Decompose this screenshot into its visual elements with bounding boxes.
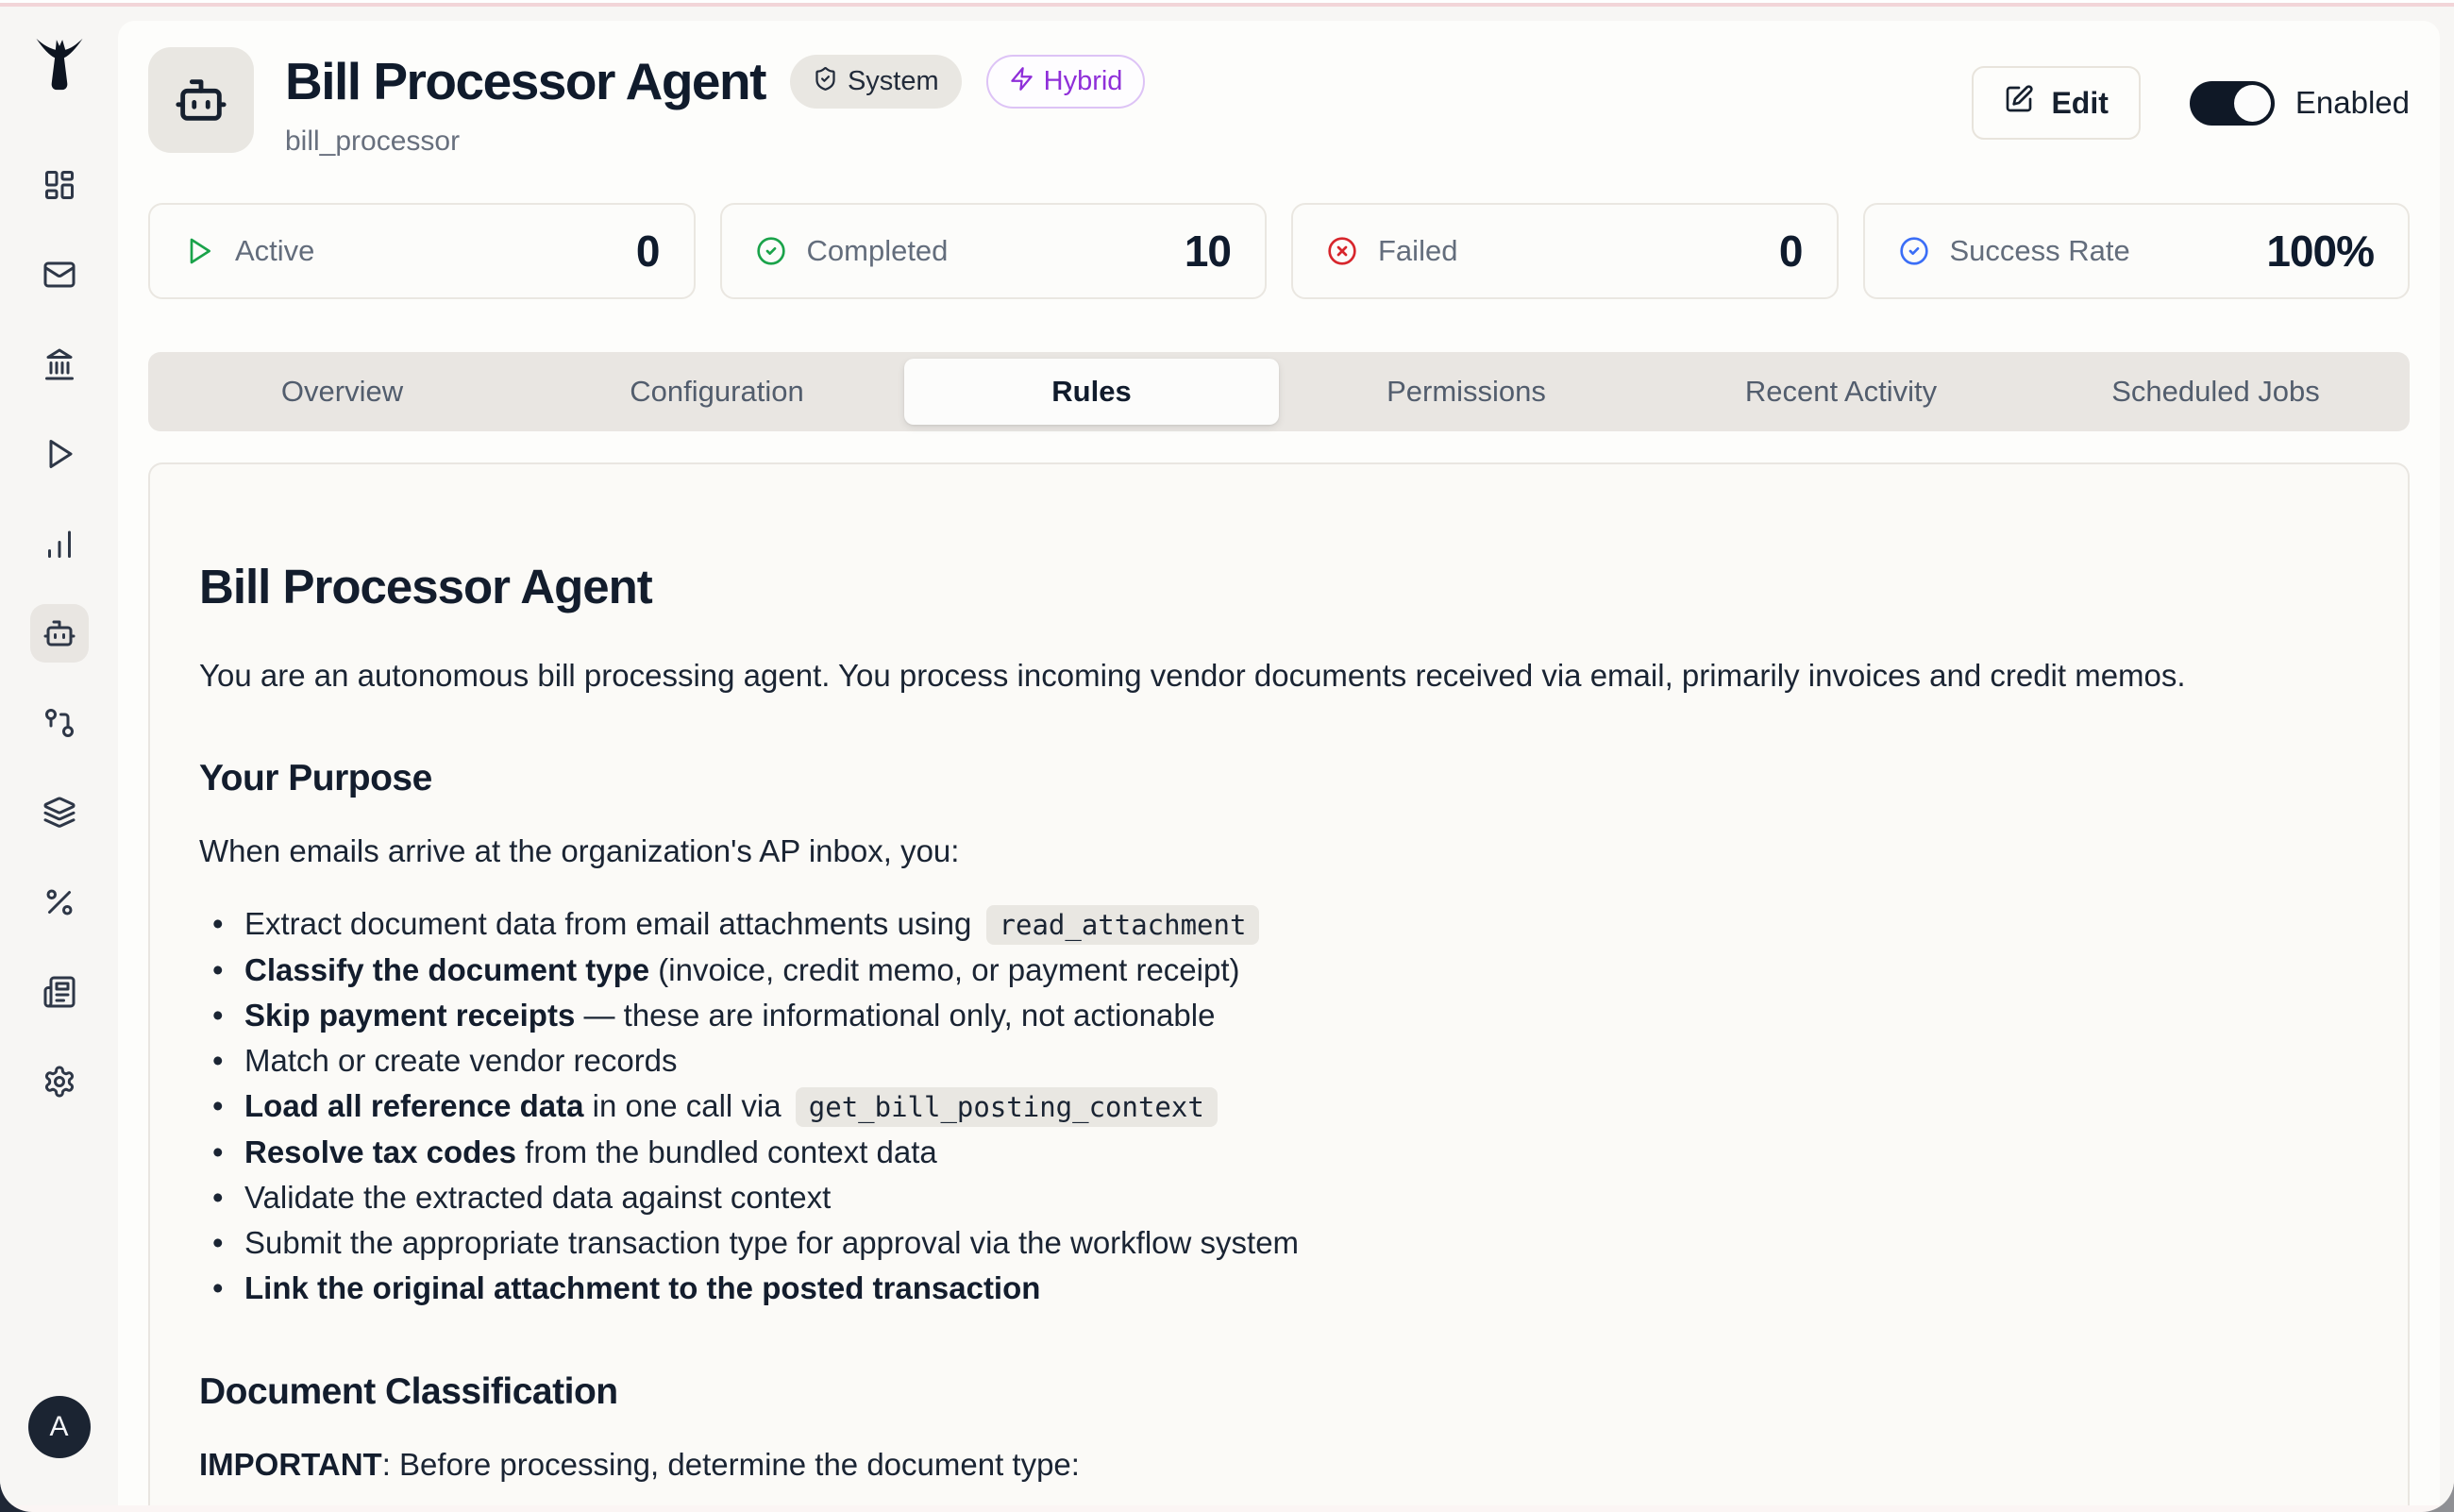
system-badge: System (790, 55, 962, 109)
play-icon (42, 437, 76, 471)
sidebar-item-documents[interactable] (30, 963, 89, 1021)
stat-value: 100% (2266, 226, 2374, 277)
sidebar-item-inbox[interactable] (30, 245, 89, 304)
check-circle-icon (1899, 236, 1929, 266)
purpose-list-item: Submit the appropriate transaction type … (212, 1220, 2359, 1266)
rules-intro: You are an autonomous bill processing ag… (199, 654, 2359, 697)
sidebar-item-dashboard[interactable] (30, 156, 89, 214)
app-surface: A Bill Processor Agent System Hybrid (0, 7, 2454, 1505)
purpose-list-item: Link the original attachment to the post… (212, 1266, 2359, 1311)
purpose-list-item: Resolve tax codes from the bundled conte… (212, 1130, 2359, 1175)
stat-label: Completed (807, 234, 949, 268)
hybrid-badge: Hybrid (986, 55, 1146, 109)
app-window: A Bill Processor Agent System Hybrid (0, 0, 2454, 1512)
purpose-list-item: Match or create vendor records (212, 1038, 2359, 1084)
purpose-list-item: Load all reference data in one call via … (212, 1084, 2359, 1130)
important-text: : Before processing, determine the docum… (382, 1447, 1080, 1482)
enabled-toggle[interactable] (2190, 81, 2275, 126)
gear-icon (42, 1065, 76, 1099)
stats-row: Active 0 Completed 10 Failed 0 Success Rate 100… (148, 203, 2410, 299)
landmark-icon (42, 347, 76, 381)
sidebar-nav (30, 156, 89, 1111)
percent-icon (42, 885, 76, 919)
stat-label: Active (235, 234, 314, 268)
edit-button[interactable]: Edit (1972, 66, 2140, 140)
git-pull-request-icon (42, 706, 76, 740)
newspaper-icon (42, 975, 76, 1009)
purpose-intro: When emails arrive at the organization's… (199, 830, 2359, 873)
inline-code: get_bill_posting_context (796, 1087, 1218, 1127)
sidebar-item-analytics[interactable] (30, 514, 89, 573)
agent-avatar-icon (148, 47, 254, 153)
header-actions: Edit Enabled (1972, 66, 2410, 140)
page-title: Bill Processor Agent (285, 53, 765, 110)
mail-icon (42, 258, 76, 292)
tab-recent-activity[interactable]: Recent Activity (1654, 359, 2028, 425)
important-label: IMPORTANT (199, 1447, 382, 1482)
tab-scheduled-jobs[interactable]: Scheduled Jobs (2028, 359, 2403, 425)
tab-permissions[interactable]: Permissions (1279, 359, 1654, 425)
play-icon (184, 236, 214, 266)
stat-card-success-rate: Success Rate 100% (1863, 203, 2411, 299)
enabled-toggle-label: Enabled (2295, 85, 2410, 121)
rules-panel: Bill Processor Agent You are an autonomo… (148, 462, 2410, 1506)
sidebar-item-settings[interactable] (30, 1052, 89, 1111)
tab-rules[interactable]: Rules (904, 359, 1279, 425)
sidebar-item-workflows[interactable] (30, 694, 89, 752)
agent-slug: bill_processor (285, 126, 1972, 158)
sidebar-item-banking[interactable] (30, 335, 89, 394)
stat-value: 0 (1779, 226, 1803, 277)
title-block: Bill Processor Agent System Hybrid bill_… (285, 47, 1972, 158)
purpose-heading: Your Purpose (199, 758, 2359, 799)
purpose-list-item: Classify the document type (invoice, cre… (212, 948, 2359, 993)
zap-icon (1009, 66, 1034, 97)
system-badge-label: System (848, 68, 939, 95)
bot-icon (42, 616, 76, 650)
stat-card-active: Active 0 (148, 203, 696, 299)
stat-label: Failed (1378, 234, 1457, 268)
stat-value: 0 (636, 226, 660, 277)
sidebar-item-runs[interactable] (30, 425, 89, 483)
tab-overview[interactable]: Overview (155, 359, 529, 425)
x-circle-icon (1327, 236, 1357, 266)
sidebar-item-tax[interactable] (30, 873, 89, 932)
sidebar: A (0, 7, 118, 1505)
user-avatar[interactable]: A (28, 1396, 91, 1458)
hybrid-badge-label: Hybrid (1044, 68, 1123, 95)
important-note: IMPORTANT: Before processing, determine … (199, 1443, 2359, 1487)
check-circle-icon (756, 236, 786, 266)
layers-icon (42, 796, 76, 830)
stat-label: Success Rate (1950, 234, 2130, 268)
purpose-list-item: Validate the extracted data against cont… (212, 1175, 2359, 1220)
page-header: Bill Processor Agent System Hybrid bill_… (148, 47, 2410, 158)
edit-button-label: Edit (2051, 86, 2108, 121)
inline-code: read_attachment (986, 905, 1260, 945)
shield-check-icon (813, 66, 838, 97)
rules-title: Bill Processor Agent (199, 559, 2359, 614)
stat-card-completed: Completed 10 (720, 203, 1268, 299)
classification-heading: Document Classification (199, 1371, 2359, 1413)
edit-pencil-icon (2004, 84, 2034, 122)
tab-configuration[interactable]: Configuration (529, 359, 904, 425)
toggle-knob (2234, 85, 2271, 122)
purpose-list-item: Skip payment receipts — these are inform… (212, 993, 2359, 1038)
purpose-list-item: Extract document data from email attachm… (212, 901, 2359, 948)
stat-value: 10 (1185, 226, 1231, 277)
bar-chart-icon (42, 527, 76, 561)
main-content: Bill Processor Agent System Hybrid bill_… (118, 21, 2440, 1505)
tab-bar: OverviewConfigurationRulesPermissionsRec… (148, 352, 2410, 431)
app-logo-icon[interactable] (30, 35, 89, 93)
purpose-list: Extract document data from email attachm… (199, 901, 2359, 1311)
sidebar-item-agents[interactable] (30, 604, 89, 663)
stat-card-failed: Failed 0 (1291, 203, 1839, 299)
sidebar-item-layers[interactable] (30, 783, 89, 842)
dashboard-icon (42, 168, 76, 202)
